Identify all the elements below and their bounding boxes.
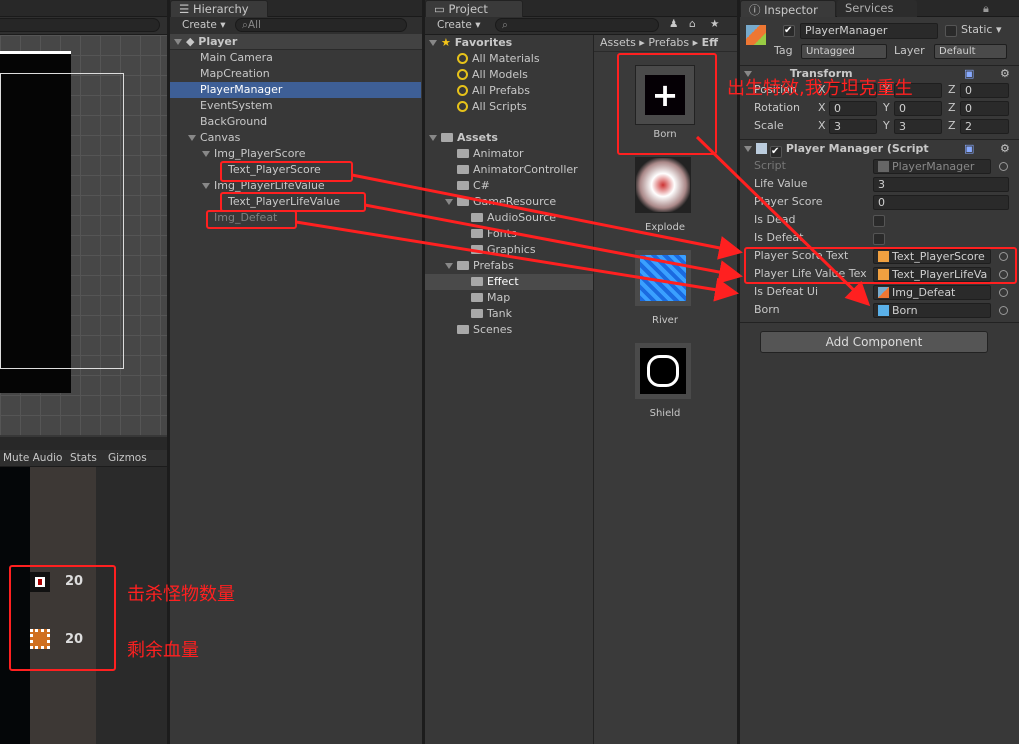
arrow-born: [695, 135, 871, 307]
annotation-arrows: [295, 135, 871, 307]
